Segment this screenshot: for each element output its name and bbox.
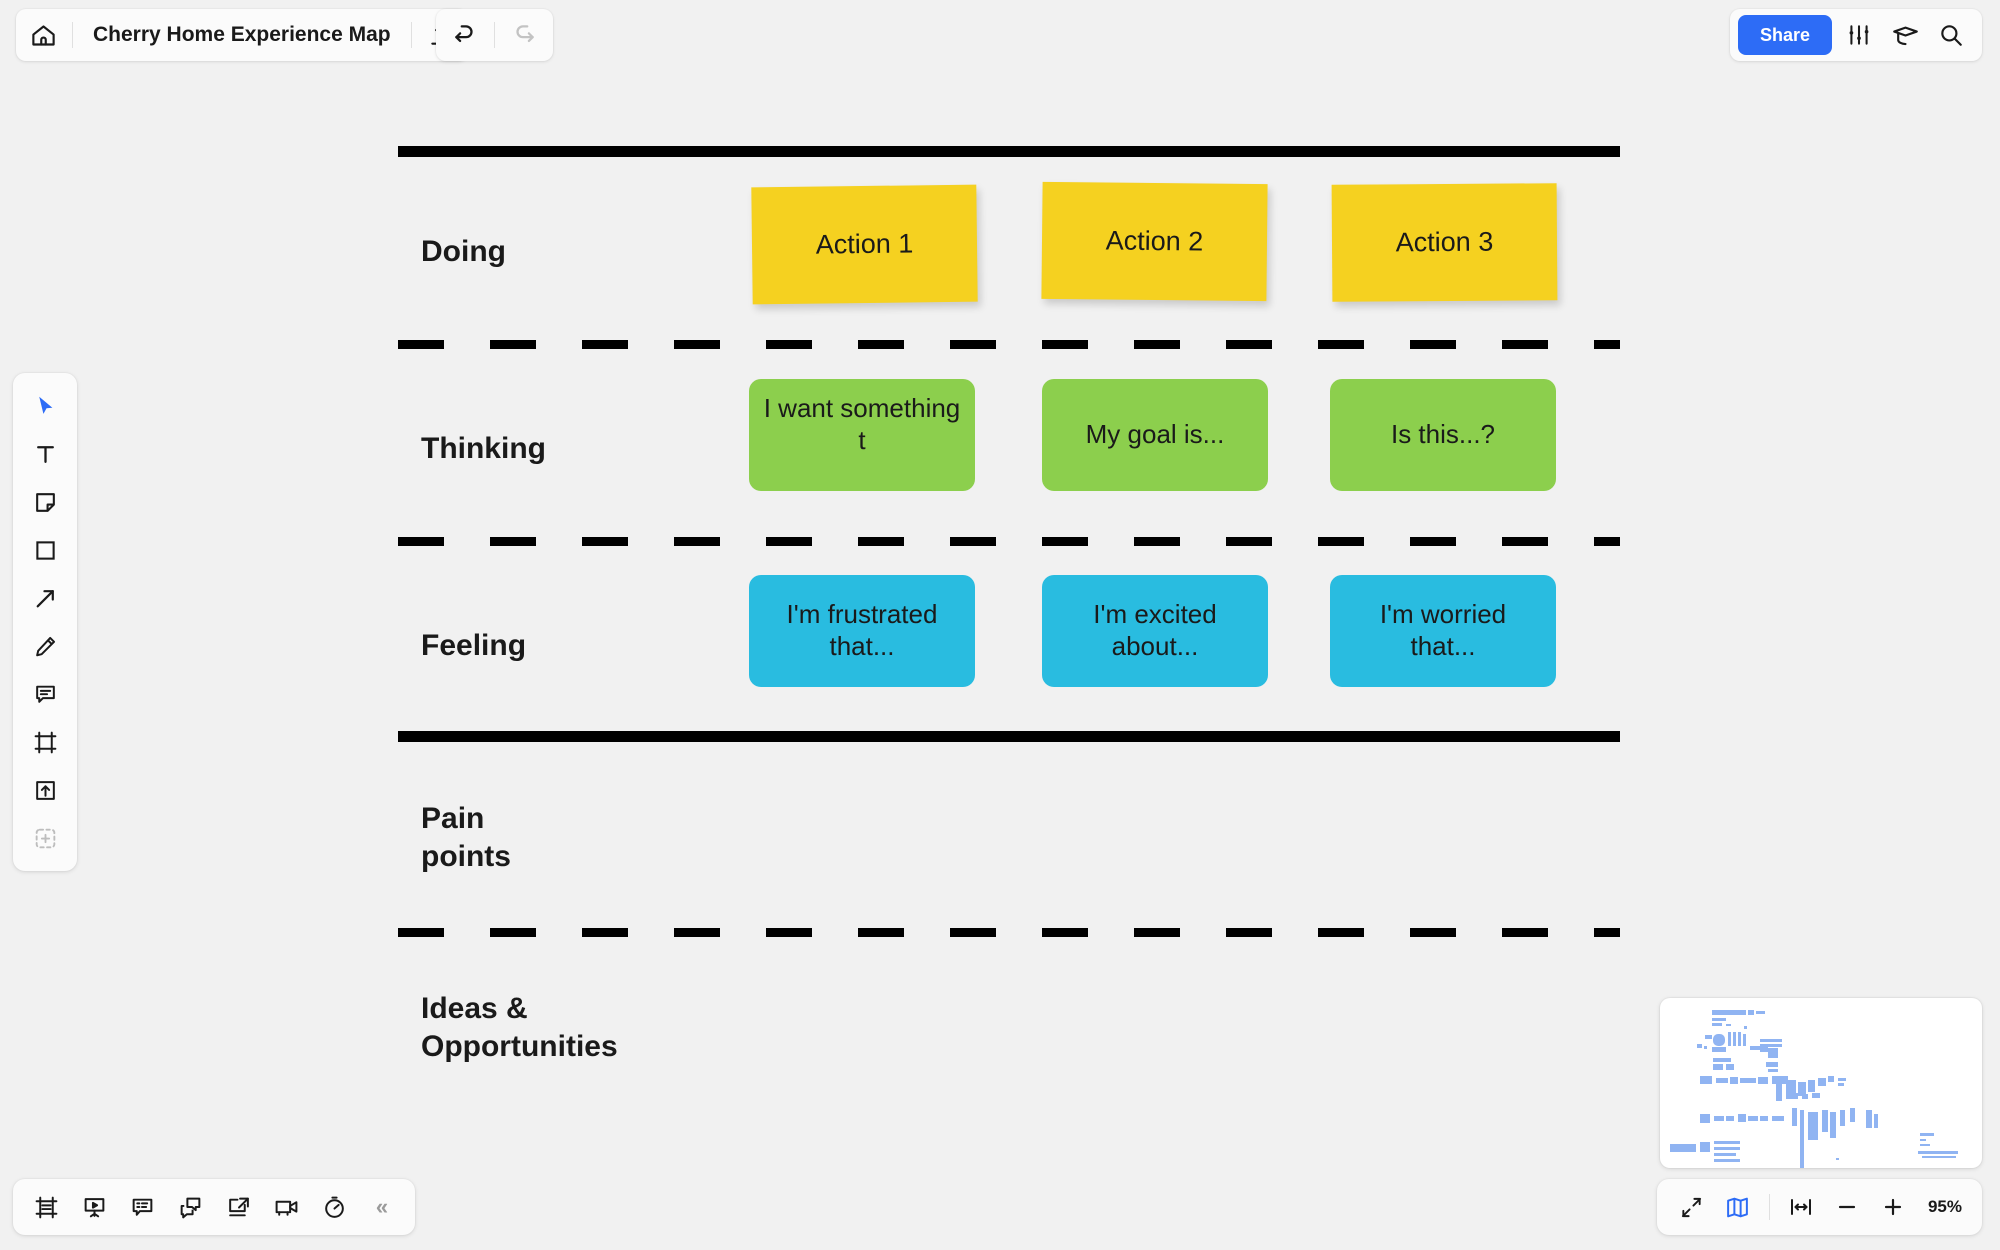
speech-bubble-thinking-1[interactable]: I want something t <box>749 379 975 491</box>
row-label-ideas-opportunities: Ideas & Opportunities <box>421 992 618 1064</box>
home-icon[interactable] <box>20 12 66 58</box>
undo-icon[interactable] <box>442 12 488 58</box>
divider <box>1768 1194 1770 1220</box>
upload-box-icon[interactable] <box>22 767 68 813</box>
sticky-note-label: Action 1 <box>815 228 914 260</box>
speech-bubble-feeling-1[interactable]: I'm frustrated that... <box>749 575 975 687</box>
board-divider-feeling-pain <box>398 731 1620 742</box>
chat-icon[interactable] <box>167 1184 213 1230</box>
pencil-icon[interactable] <box>22 623 68 669</box>
speech-bubble-label: Is this...? <box>1390 419 1496 450</box>
speech-bubble-thinking-2[interactable]: My goal is... <box>1042 379 1268 491</box>
board-divider-pain-ideas <box>398 928 1620 937</box>
row-label-feeling: Feeling <box>421 629 527 662</box>
bottom-toolbar: « <box>13 1179 415 1235</box>
sticky-note-label: Action 3 <box>1395 226 1494 258</box>
board-title[interactable]: Cherry Home Experience Map <box>79 23 405 47</box>
divider <box>494 22 495 48</box>
graduation-cap-icon[interactable] <box>1882 12 1928 58</box>
speech-bubble-feeling-2[interactable]: I'm excited about... <box>1042 575 1268 687</box>
map-icon[interactable] <box>1717 1186 1759 1228</box>
sticky-note-tool[interactable] <box>22 479 68 525</box>
top-bar: Cherry Home Experience Map Share <box>0 0 2000 72</box>
select-tool[interactable] <box>22 383 68 429</box>
sticky-note-action-3[interactable]: Action 3 <box>1331 183 1558 302</box>
zoom-out-button[interactable] <box>1826 1186 1868 1228</box>
plus-dashed-icon[interactable] <box>22 815 68 861</box>
board-divider-thinking-feeling <box>398 537 1620 546</box>
search-icon[interactable] <box>1928 12 1974 58</box>
board-bar: Cherry Home Experience Map <box>16 9 468 61</box>
collapse-toolbar-button[interactable]: « <box>359 1184 405 1230</box>
speech-bubble-label: I want something t <box>763 393 961 455</box>
fit-width-icon[interactable] <box>1780 1186 1822 1228</box>
speech-bubble-thinking-3[interactable]: Is this...? <box>1330 379 1556 491</box>
speech-bubble-label: I'm worried that... <box>1379 599 1507 661</box>
sticky-note-action-2[interactable]: Action 2 <box>1041 181 1268 302</box>
divider <box>410 22 412 48</box>
actions-bar: Share <box>1729 9 1982 61</box>
minimap[interactable] <box>1660 998 1982 1168</box>
export-icon[interactable] <box>215 1184 261 1230</box>
sticky-note-action-1[interactable]: Action 1 <box>751 184 978 305</box>
history-bar <box>436 9 553 61</box>
sliders-icon[interactable] <box>1836 12 1882 58</box>
left-toolbar <box>13 373 77 871</box>
frame-icon[interactable] <box>22 719 68 765</box>
comment-icon[interactable] <box>22 671 68 717</box>
square-icon[interactable] <box>22 527 68 573</box>
speech-bubble-label: I'm frustrated that... <box>786 599 938 661</box>
comments-icon[interactable] <box>119 1184 165 1230</box>
video-camera-icon[interactable] <box>263 1184 309 1230</box>
sticky-note-label: Action 2 <box>1105 225 1204 257</box>
minimap-preview <box>1670 1010 1958 1168</box>
row-label-doing: Doing <box>421 235 506 268</box>
board-divider-doing-thinking <box>398 340 1620 349</box>
board-divider-top <box>398 146 1620 157</box>
row-label-pain-points: Pain points <box>421 802 511 874</box>
timer-icon[interactable] <box>311 1184 357 1230</box>
presentation-icon[interactable] <box>71 1184 117 1230</box>
share-button[interactable]: Share <box>1737 15 1832 55</box>
collapse-arrows-icon[interactable] <box>1671 1186 1713 1228</box>
zoom-controls: 95% <box>1656 1179 1982 1235</box>
frames-icon[interactable] <box>23 1184 69 1230</box>
speech-bubble-feeling-3[interactable]: I'm worried that... <box>1330 575 1556 687</box>
divider <box>72 22 73 48</box>
text-tool[interactable] <box>22 431 68 477</box>
arrow-icon[interactable] <box>22 575 68 621</box>
speech-bubble-label: I'm excited about... <box>1093 599 1217 661</box>
speech-bubble-label: My goal is... <box>1085 419 1225 450</box>
row-label-thinking: Thinking <box>421 432 546 465</box>
redo-icon[interactable] <box>501 12 547 58</box>
zoom-in-button[interactable] <box>1872 1186 1914 1228</box>
zoom-level-label[interactable]: 95% <box>1918 1197 1968 1217</box>
